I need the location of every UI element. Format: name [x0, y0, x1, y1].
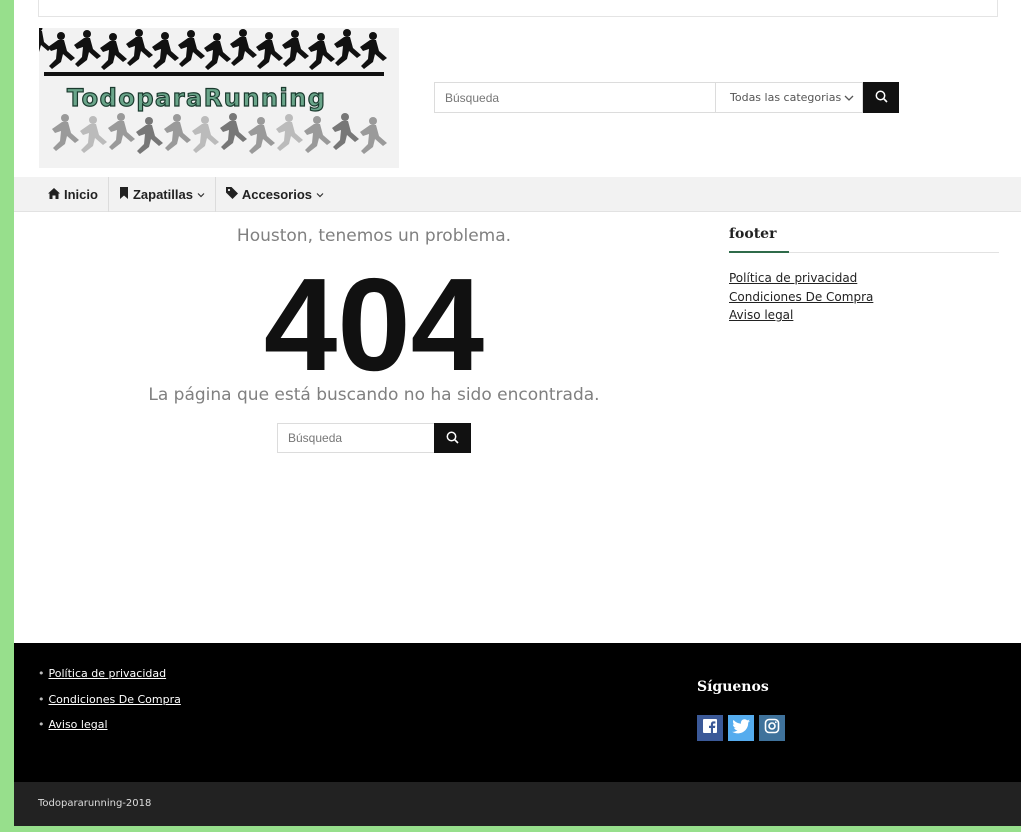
list-item: Aviso legal [729, 306, 999, 325]
category-select[interactable]: Todas las categorias [715, 82, 863, 113]
nav-item-zapatillas[interactable]: Zapatillas [109, 177, 216, 212]
nav-item-accesorios[interactable]: Accesorios [216, 177, 334, 212]
footer-links: Política de privacidad Condiciones De Co… [38, 661, 181, 738]
sidebar-links: Política de privacidad Condiciones De Co… [729, 269, 999, 325]
site-logo[interactable]: TodoparaRunning [39, 28, 399, 168]
logo-text: TodoparaRunning [67, 84, 326, 112]
list-item: Condiciones De Compra [729, 288, 999, 307]
list-item: Política de privacidad [38, 661, 181, 687]
logo-runners-graphic: TodoparaRunning [39, 28, 399, 168]
nav-item-label: Accesorios [241, 187, 313, 202]
nav-item-inicio[interactable]: Inicio [38, 177, 109, 212]
error-message: La página que está buscando no ha sido e… [148, 385, 600, 405]
bottom-bar: Todopararunning-2018 [14, 782, 1021, 826]
category-select-value: Todas las categorias [730, 91, 842, 104]
twitter-icon [732, 718, 750, 738]
instagram-icon [764, 718, 780, 738]
list-item: Política de privacidad [729, 269, 999, 288]
search-icon [875, 88, 888, 107]
main-nav: Inicio Zapatillas Accesorios [14, 177, 1021, 212]
search-icon [446, 429, 459, 448]
chevron-down-icon [316, 187, 324, 202]
top-bar [38, 0, 998, 17]
follow-title: Síguenos [697, 679, 769, 695]
nav-item-label: Inicio [64, 187, 98, 202]
page: TodoparaRunning Todas las categorias [14, 0, 1021, 826]
chevron-down-icon [197, 187, 205, 202]
header-search-input[interactable] [434, 82, 715, 113]
error-code: 404 [263, 251, 485, 398]
chevron-down-icon [844, 93, 854, 106]
privacy-link[interactable]: Política de privacidad [729, 271, 857, 285]
instagram-button[interactable] [759, 715, 785, 741]
tag-icon [225, 187, 238, 202]
twitter-button[interactable] [728, 715, 754, 741]
footer-purchase-terms-link[interactable]: Condiciones De Compra [49, 693, 181, 706]
header-search: Todas las categorias [434, 82, 899, 113]
error-search [277, 423, 471, 453]
list-item: Aviso legal [38, 712, 181, 738]
follow-us: Síguenos [697, 679, 785, 741]
error-search-button[interactable] [434, 423, 471, 453]
legal-notice-link[interactable]: Aviso legal [729, 308, 793, 322]
purchase-terms-link[interactable]: Condiciones De Compra [729, 290, 873, 304]
error-subtitle: Houston, tenemos un problema. [236, 226, 512, 246]
nav-item-label: Zapatillas [132, 187, 193, 202]
home-icon [48, 187, 60, 202]
facebook-button[interactable] [697, 715, 723, 741]
footer: Política de privacidad Condiciones De Co… [14, 643, 1021, 782]
footer-privacy-link[interactable]: Política de privacidad [49, 667, 167, 680]
footer-legal-notice-link[interactable]: Aviso legal [49, 718, 108, 731]
error-search-input[interactable] [277, 423, 434, 453]
header-search-button[interactable] [863, 82, 899, 113]
list-item: Condiciones De Compra [38, 687, 181, 713]
bookmark-icon [119, 187, 129, 202]
sidebar-title: footer [729, 226, 999, 253]
sidebar-widget: footer Política de privacidad Condicione… [729, 226, 999, 325]
social-links [697, 715, 785, 741]
facebook-icon [702, 718, 718, 738]
copyright-text: Todopararunning-2018 [38, 798, 152, 809]
